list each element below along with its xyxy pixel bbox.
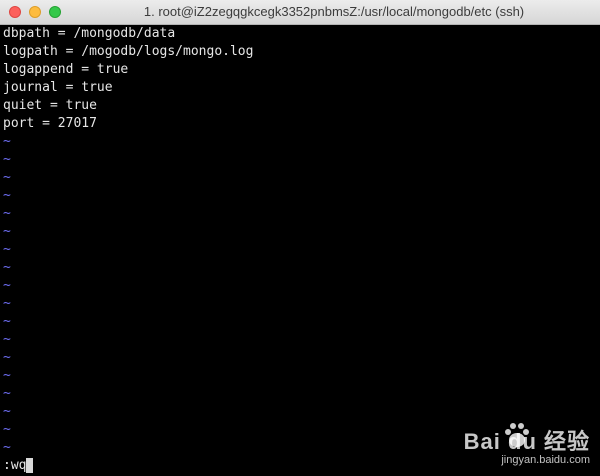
window-title: 1. root@iZ2zegqgkcegk3352pnbmsZ:/usr/loc… (143, 4, 525, 19)
tilde-marker: ~ (3, 152, 11, 167)
watermark-url: jingyan.baidu.com (501, 454, 590, 466)
config-line: journal = true (3, 80, 113, 95)
watermark-brand: Bai du 经验 (463, 429, 590, 454)
tilde-marker: ~ (3, 332, 11, 347)
tilde-marker: ~ (3, 368, 11, 383)
tilde-marker: ~ (3, 422, 11, 437)
tilde-marker: ~ (3, 260, 11, 275)
tilde-marker: ~ (3, 134, 11, 149)
title-bar[interactable]: 1. root@iZ2zegqgkcegk3352pnbmsZ:/usr/loc… (0, 0, 600, 25)
zoom-window-button[interactable] (49, 6, 61, 18)
command-line[interactable]: :wq (3, 457, 26, 475)
config-line: logappend = true (3, 62, 129, 77)
tilde-marker: ~ (3, 386, 11, 401)
minimize-window-button[interactable] (29, 6, 41, 18)
config-line: logpath = /mogodb/logs/mongo.log (3, 44, 254, 59)
tilde-marker: ~ (3, 188, 11, 203)
watermark: Bai du 经验 jingyan.baidu.com (450, 418, 590, 466)
config-line: dbpath = /mongodb/data (3, 26, 176, 41)
text-cursor (26, 458, 33, 473)
tilde-marker: ~ (3, 314, 11, 329)
vim-editor[interactable]: dbpath = /mongodb/data logpath = /mogodb… (0, 25, 600, 476)
tilde-marker: ~ (3, 404, 11, 419)
close-window-button[interactable] (9, 6, 21, 18)
config-line: quiet = true (3, 98, 97, 113)
tilde-marker: ~ (3, 206, 11, 221)
tilde-marker: ~ (3, 296, 11, 311)
tilde-marker: ~ (3, 170, 11, 185)
tilde-marker: ~ (3, 278, 11, 293)
tilde-marker: ~ (3, 350, 11, 365)
tilde-marker: ~ (3, 242, 11, 257)
config-line: port = 27017 (3, 116, 97, 131)
terminal-window: 1. root@iZ2zegqgkcegk3352pnbmsZ:/usr/loc… (0, 0, 600, 476)
tilde-marker: ~ (3, 224, 11, 239)
tilde-marker: ~ (3, 440, 11, 455)
